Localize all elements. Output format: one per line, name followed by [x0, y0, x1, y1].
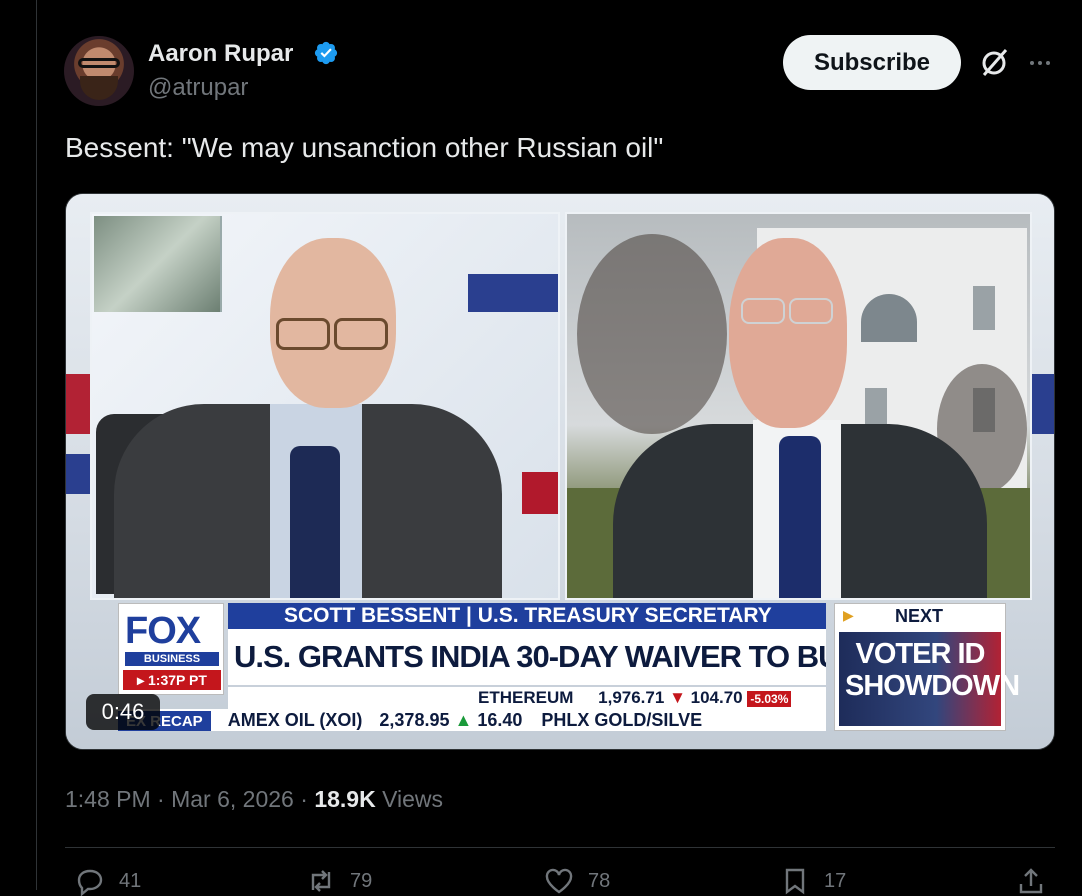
- ticker-price: 1,976.71: [598, 688, 665, 707]
- video-duration: 0:46: [86, 694, 160, 730]
- like-count: 78: [588, 869, 611, 892]
- reply-button[interactable]: 41: [75, 868, 142, 896]
- like-button[interactable]: 78: [544, 868, 610, 894]
- bookmark-icon: [785, 868, 805, 895]
- post-metadata: 1:48 PM · Mar 6, 2026 · 18.9K Views: [65, 786, 443, 813]
- ticker-change: 16.40: [477, 710, 523, 730]
- host-tie: [290, 446, 340, 598]
- avatar-glasses: [78, 58, 120, 68]
- views-label: Views: [382, 786, 444, 812]
- fox-logo-subtext: BUSINESS: [125, 652, 219, 666]
- divider: [65, 847, 1055, 848]
- host-glasses: [334, 318, 388, 350]
- post-date[interactable]: Mar 6, 2026: [171, 786, 294, 812]
- reply-count: 41: [119, 869, 142, 892]
- guest-tie: [779, 436, 821, 598]
- repost-button[interactable]: 79: [306, 868, 372, 894]
- timeline-divider: [36, 0, 37, 890]
- bookmark-count: 17: [824, 869, 847, 892]
- post-time[interactable]: 1:48 PM: [65, 786, 151, 812]
- meta-separator: ·: [157, 786, 165, 812]
- up-next-box: ▶ NEXT VOTER ID SHOWDOWN: [834, 603, 1020, 731]
- next-arrow-icon: ▶: [843, 607, 854, 623]
- reply-icon: [77, 869, 103, 896]
- verified-badge-icon: [314, 41, 338, 65]
- guest-head: [729, 238, 847, 428]
- avatar-beard: [80, 76, 118, 100]
- studio-blue-block: [468, 274, 558, 312]
- guest-glasses: [789, 298, 833, 324]
- flag-stripe: [66, 374, 90, 434]
- heart-icon: [545, 868, 573, 894]
- studio-red-block: [522, 472, 558, 514]
- ticker-change: 104.70: [690, 688, 743, 707]
- crypto-ticker: ETHEREUM 1,976.71 ▼ 104.70 -5.03%: [228, 687, 826, 709]
- flag-stripe: [1032, 374, 1054, 434]
- share-icon: [1019, 868, 1043, 894]
- author-display-name[interactable]: Aaron Rupar: [148, 40, 293, 68]
- repost-count: 79: [350, 869, 373, 892]
- news-headline: U.S. GRANTS INDIA 30-DAY WAIVER TO BUY R…: [228, 629, 826, 685]
- author-handle[interactable]: @atrupar: [148, 74, 248, 102]
- share-button[interactable]: [1016, 868, 1060, 894]
- fox-logo-text: FOX: [125, 610, 201, 652]
- market-ticker: EX RECAP AMEX OIL (XOI) 2,378.95 ▲ 16.40…: [118, 709, 826, 731]
- broadcast-time: ▸ 1:37P PT: [123, 670, 221, 690]
- guest-glasses: [741, 298, 785, 324]
- bookmark-button[interactable]: 17: [780, 868, 847, 895]
- meta-separator: ·: [300, 786, 308, 812]
- views-count: 18.9K: [314, 786, 376, 812]
- ticker-symbol: ETHEREUM: [478, 688, 574, 707]
- building-arch: [861, 294, 917, 342]
- fox-business-logo: FOX BUSINESS ▸ 1:37P PT: [118, 603, 224, 695]
- video-panel-guest: [565, 212, 1032, 600]
- background-tree: [577, 234, 727, 434]
- ticker-item: AMEX OIL (XOI): [227, 710, 363, 730]
- down-arrow-icon: ▼: [669, 688, 686, 707]
- dollar-bill-graphic: [94, 216, 222, 312]
- video-player[interactable]: FOX BUSINESS ▸ 1:37P PT SCOTT BESSENT | …: [65, 193, 1055, 750]
- subscribe-button[interactable]: Subscribe: [783, 35, 961, 90]
- building-window: [973, 286, 995, 330]
- up-arrow-icon: ▲: [454, 710, 473, 730]
- tweet-text: Bessent: "We may unsanction other Russia…: [65, 132, 664, 163]
- flag-stripe: [66, 454, 90, 494]
- ticker-item: PHLX GOLD/SILVE: [541, 710, 703, 730]
- ticker-percent-badge: -5.03%: [747, 690, 792, 707]
- avatar[interactable]: [64, 36, 134, 106]
- more-dots-icon[interactable]: [1025, 48, 1055, 78]
- host-glasses: [276, 318, 330, 350]
- video-panel-host: [90, 212, 560, 600]
- news-lower-third: FOX BUSINESS ▸ 1:37P PT SCOTT BESSENT | …: [118, 603, 1020, 735]
- next-label: NEXT: [895, 606, 944, 626]
- slashed-circle-icon[interactable]: [978, 46, 1010, 78]
- repost-icon: [311, 870, 331, 892]
- guest-name-bar: SCOTT BESSENT | U.S. TREASURY SECRETARY: [228, 603, 826, 629]
- next-show-title: VOTER ID SHOWDOWN: [845, 638, 1020, 702]
- ticker-price: 2,378.95: [379, 710, 450, 730]
